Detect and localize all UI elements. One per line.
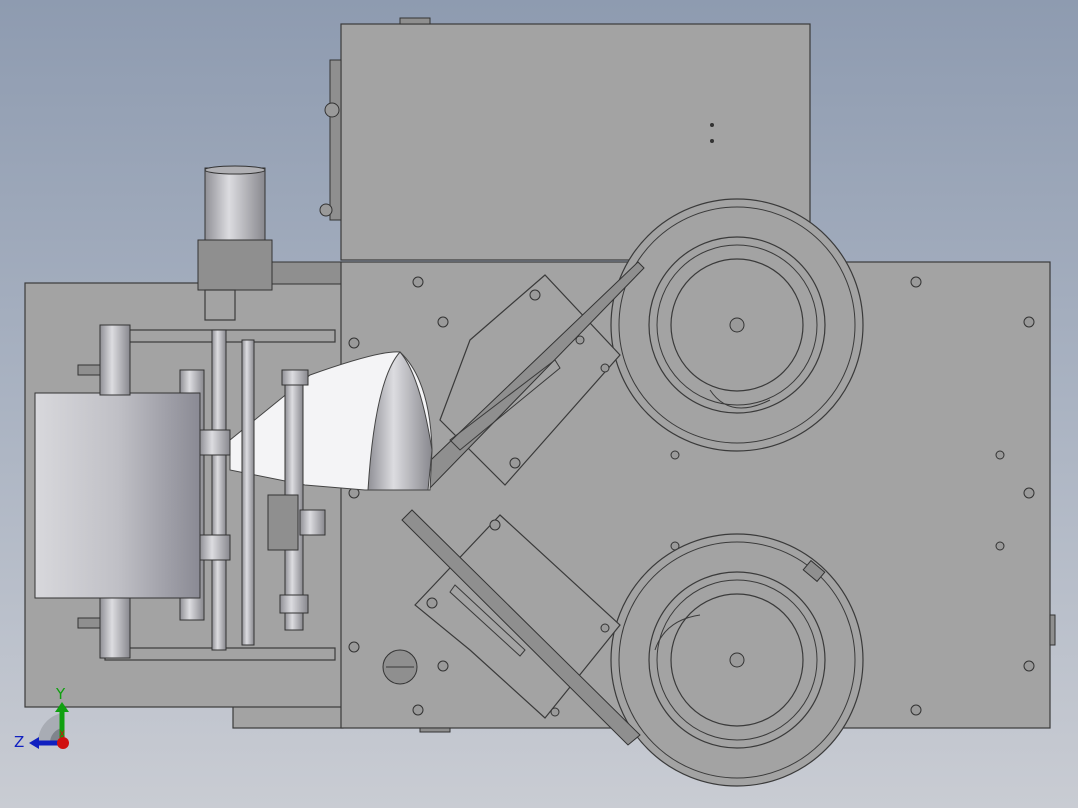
y-axis-label: Y xyxy=(55,685,66,703)
lower-reel xyxy=(610,533,864,787)
bracket xyxy=(271,261,343,285)
upper-reel xyxy=(610,198,864,452)
cad-viewport[interactable]: Y Z X xyxy=(0,0,1078,808)
z-axis-label: Z xyxy=(14,733,24,751)
z-arrowhead xyxy=(29,737,39,749)
orientation-triad[interactable]: Y Z X xyxy=(10,685,100,755)
machine-model xyxy=(24,17,1056,787)
x-axis-label: X xyxy=(59,730,65,740)
y-arrowhead xyxy=(55,702,69,712)
